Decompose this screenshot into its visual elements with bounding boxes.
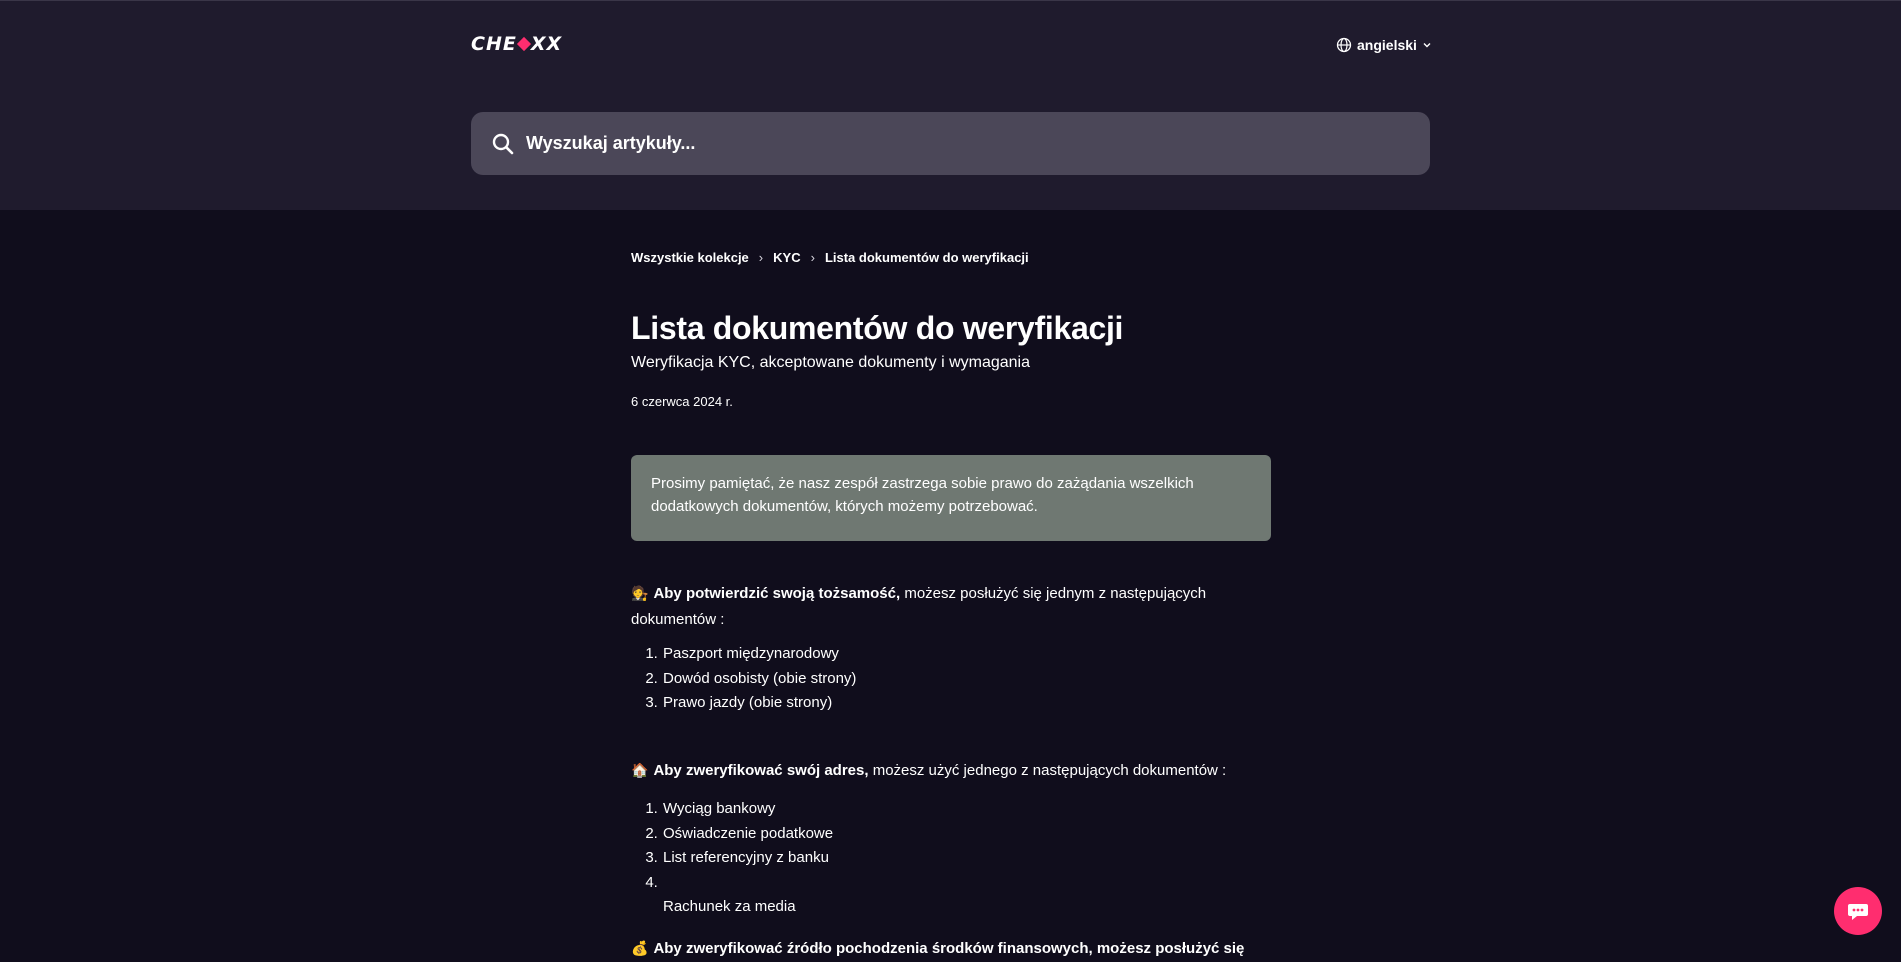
list-item: Paszport międzynarodowy xyxy=(662,642,856,667)
logo-diamond-icon xyxy=(516,36,531,52)
funds-paragraph: 💰 Aby zweryfikować źródło pochodzenia śro… xyxy=(631,936,1271,962)
search-input[interactable] xyxy=(524,132,1408,155)
breadcrumb-all-collections[interactable]: Wszystkie kolekcje xyxy=(631,250,749,265)
chat-launcher-button[interactable] xyxy=(1834,887,1882,935)
list-item: Rachunek za media xyxy=(662,871,833,920)
house-emoji-icon: 🏠 xyxy=(631,763,649,779)
chevron-down-icon xyxy=(1423,43,1431,48)
breadcrumb-current: Lista dokumentów do weryfikacji xyxy=(824,250,1029,265)
identity-bold-text: Aby potwierdzić swoją tożsamość, xyxy=(653,585,901,602)
address-text: możesz użyć jednego z następujących doku… xyxy=(868,762,1227,779)
list-item: Oświadczenie podatkowe xyxy=(662,822,833,847)
breadcrumb-kyc[interactable]: KYC xyxy=(773,250,800,265)
list-item: Dowód osobisty (obie strony) xyxy=(662,667,856,692)
identity-documents-list: Paszport międzynarodowy Dowód osobisty (… xyxy=(646,642,856,716)
article-subtitle: Weryfikacja KYC, akceptowane dokumenty i… xyxy=(631,354,1030,371)
address-documents-list: Wyciąg bankowy Oświadczenie podatkowe Li… xyxy=(646,797,833,920)
address-paragraph: 🏠 Aby zweryfikować swój adres, możesz uży… xyxy=(631,758,1271,784)
search-bar[interactable] xyxy=(471,112,1430,175)
breadcrumb-separator: › xyxy=(810,250,815,265)
judge-emoji-icon: 🧑‍⚖️ xyxy=(631,586,649,602)
notice-callout: Prosimy pamiętać, że nasz zespół zastrze… xyxy=(631,455,1271,541)
language-selector[interactable]: angielski xyxy=(1336,35,1432,55)
address-bold-text: Aby zweryfikować swój adres, xyxy=(653,762,869,779)
language-label: angielski xyxy=(1357,37,1417,53)
logo-text-right-2: X xyxy=(546,33,563,55)
article-title: Lista dokumentów do weryfikacji xyxy=(631,310,1124,346)
search-icon xyxy=(492,133,514,154)
chat-icon xyxy=(1848,904,1868,920)
logo-text-right: X xyxy=(530,33,547,55)
site-header: CHE X X angielski xyxy=(0,0,1901,210)
identity-paragraph: 🧑‍⚖️ Aby potwierdzić swoją tożsamość, moż… xyxy=(631,581,1271,632)
breadcrumb: Wszystkie kolekcje › KYC › Lista dokumen… xyxy=(631,250,1029,265)
breadcrumb-separator: › xyxy=(758,250,764,265)
globe-icon xyxy=(1336,37,1352,53)
list-item: List referencyjny z banku xyxy=(662,846,833,871)
list-item: Prawo jazdy (obie strony) xyxy=(662,691,856,716)
list-item: Wyciąg bankowy xyxy=(662,797,833,822)
list-item-text: Rachunek za media xyxy=(663,898,796,915)
chexx-logo[interactable]: CHE X X xyxy=(471,33,562,55)
article-date: 6 czerwca 2024 r. xyxy=(631,394,733,409)
logo-text-left: CHE xyxy=(471,33,517,55)
money-bag-emoji-icon: 💰 xyxy=(631,941,649,957)
